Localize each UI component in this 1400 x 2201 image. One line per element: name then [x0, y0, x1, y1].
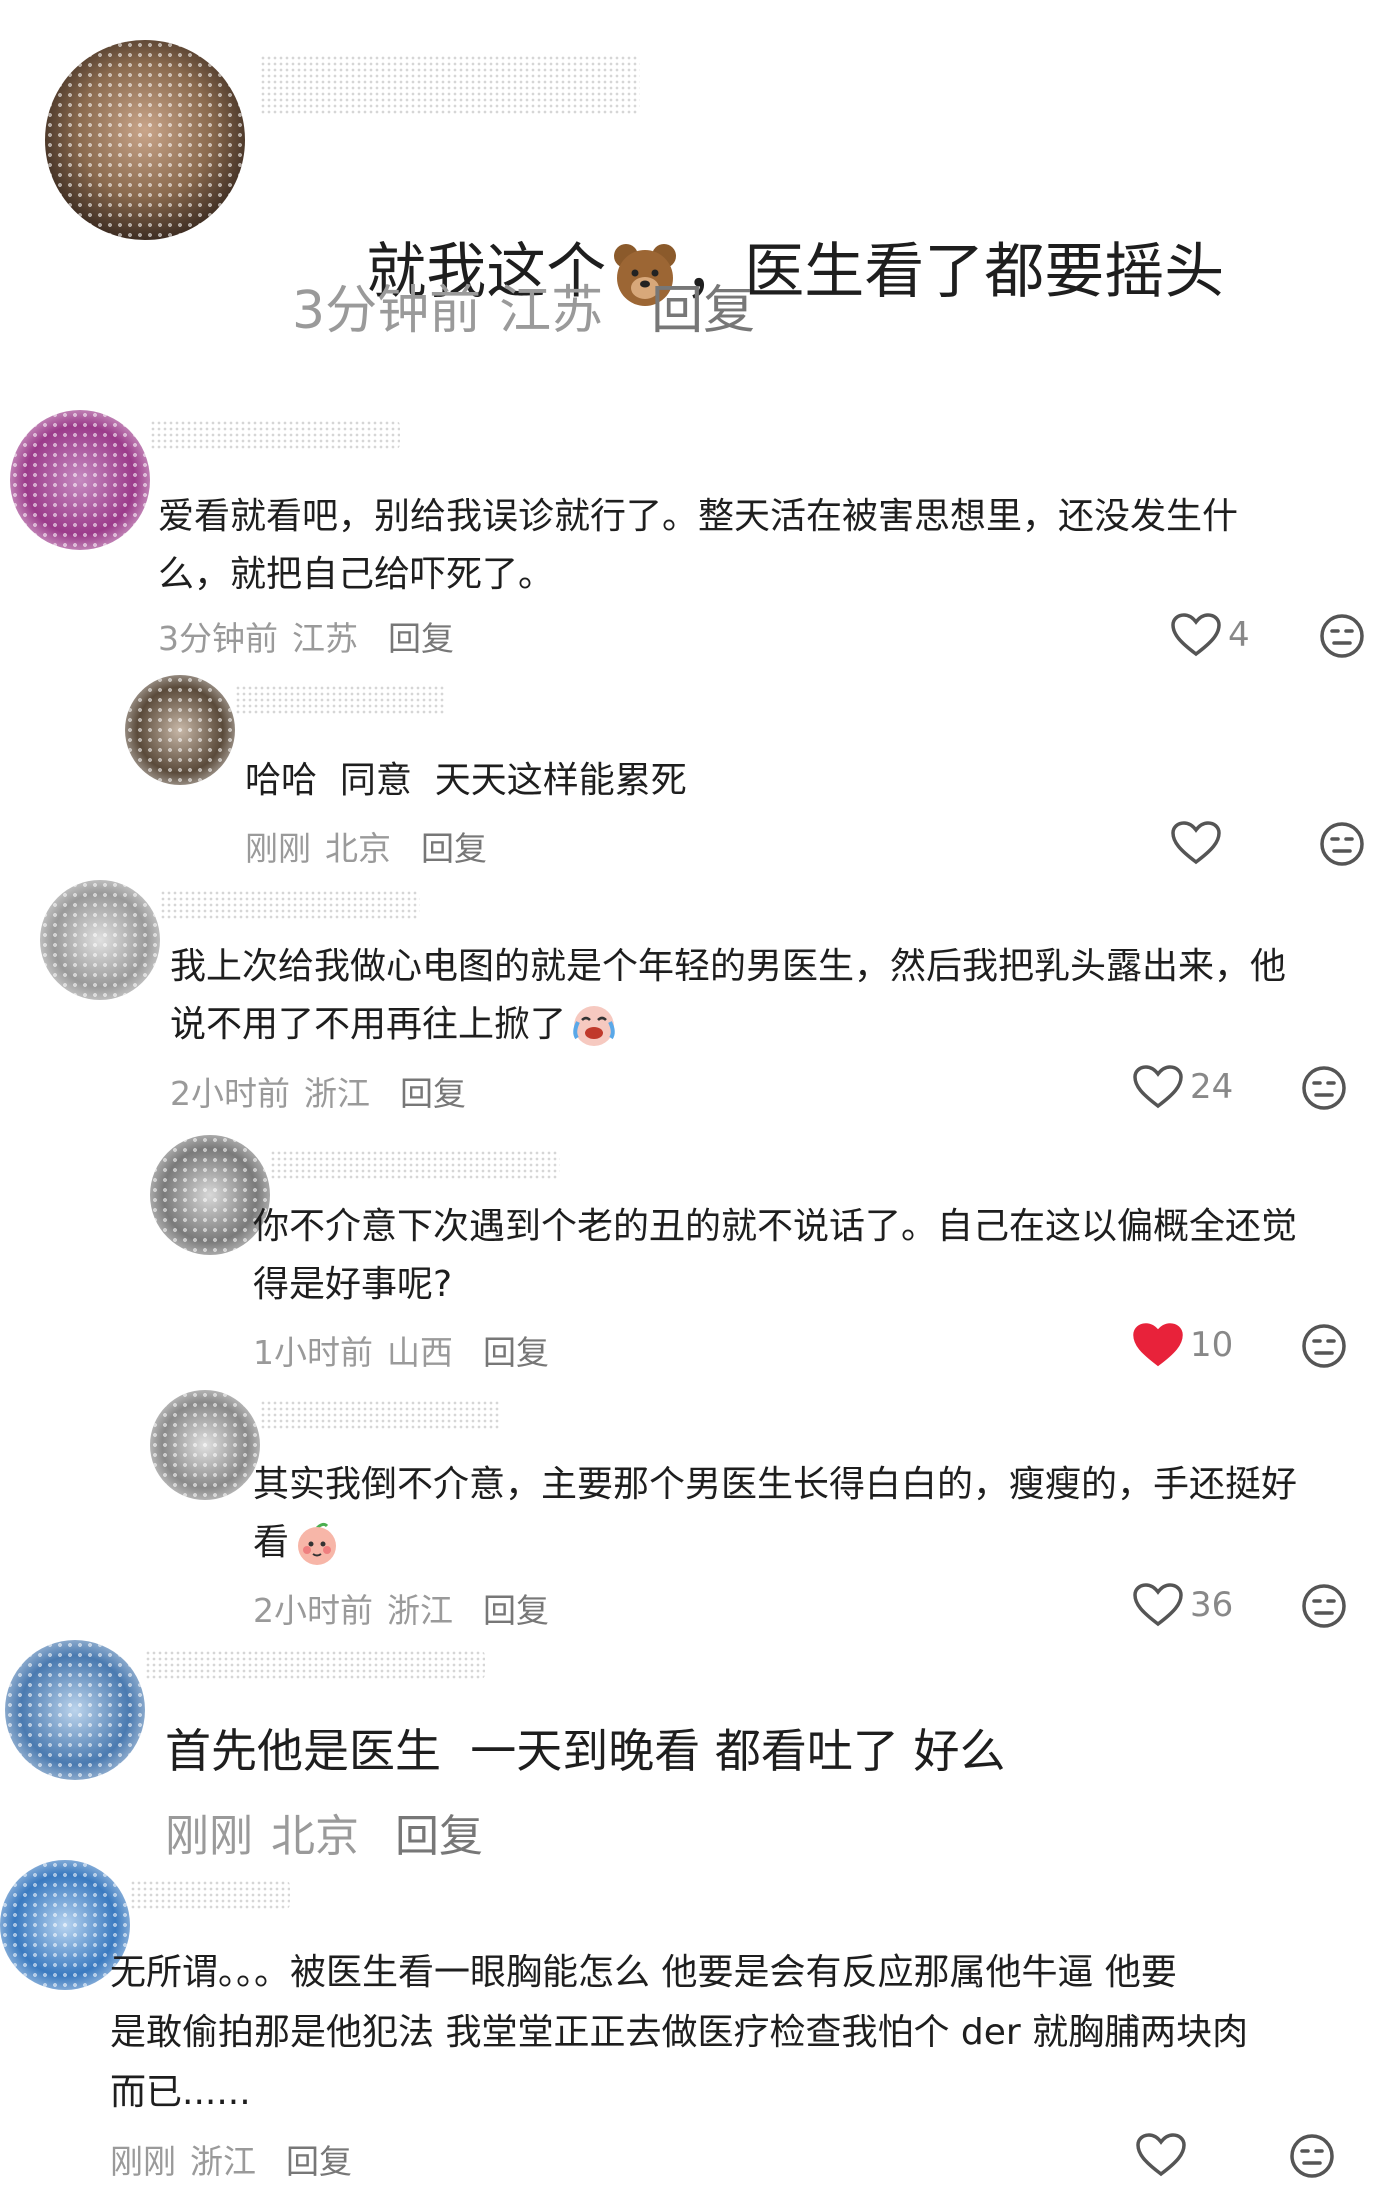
reply-button[interactable]: 回复: [286, 2135, 352, 2183]
location: 江苏: [292, 619, 358, 658]
like-button[interactable]: 36: [1132, 1580, 1233, 1630]
like-button[interactable]: [1135, 2130, 1193, 2180]
comment-text: 哈哈 同意 天天这样能累死: [245, 760, 687, 801]
like-button[interactable]: 10: [1132, 1320, 1233, 1370]
comment-text: 其实我倒不介意，主要那个男医生长得白白的，瘦瘦的，手还挺好看: [253, 1456, 1363, 1572]
comment-meta: 1小时前 山西 回复: [253, 1326, 549, 1374]
comment-text: 无所谓。。。被医生看一眼胸能怎么 他要是会有反应那属他牛逼 他要 是敢偷拍那是他犯…: [110, 1952, 1249, 2113]
location: 浙江: [190, 2142, 256, 2181]
reply-button[interactable]: 回复: [388, 612, 454, 660]
like-count: 36: [1190, 1585, 1234, 1625]
avatar[interactable]: [10, 410, 150, 550]
username-redacted[interactable]: [235, 685, 445, 715]
timestamp: 3分钟前: [292, 281, 482, 341]
timestamp: 刚刚: [110, 2142, 176, 2181]
like-count: 4: [1228, 615, 1250, 655]
comment-meta: 3分钟前 江苏 回复: [158, 612, 454, 660]
blushing-peach-face-emoji: [298, 1522, 337, 1565]
heart-icon: [1171, 613, 1221, 657]
dislike-face-icon[interactable]: [1318, 612, 1366, 660]
username-redacted[interactable]: [270, 1150, 560, 1180]
like-button[interactable]: [1170, 818, 1228, 868]
like-count: 10: [1190, 1325, 1234, 1365]
timestamp: 2小时前: [253, 1591, 373, 1630]
reply-button[interactable]: 回复: [421, 822, 487, 870]
heart-icon: [1133, 1583, 1183, 1627]
username-redacted[interactable]: [260, 1400, 500, 1430]
location: 江苏: [499, 281, 604, 341]
crying-laughing-face-emoji: [573, 1006, 615, 1046]
comment-text: 爱看就看吧，别给我误诊就行了。整天活在被害思想里，还没发生什 么，就把自己给吓死了…: [158, 496, 1239, 595]
comment-meta: 刚刚 北京 回复: [245, 822, 487, 870]
avatar[interactable]: [5, 1640, 145, 1780]
dislike-face-icon[interactable]: [1300, 1582, 1348, 1630]
reply-button[interactable]: 回复: [651, 268, 755, 343]
heart-icon: [1133, 1065, 1183, 1109]
timestamp: 刚刚: [165, 1811, 253, 1862]
location: 北京: [325, 829, 391, 868]
comment-meta: 2小时前 浙江 回复: [253, 1584, 549, 1632]
comment-text: 你不介意下次遇到个老的丑的就不说话了。自己在这以偏概全还觉 得是好事呢?: [253, 1206, 1298, 1305]
location: 浙江: [387, 1591, 453, 1630]
heart-icon: [1171, 821, 1221, 865]
avatar[interactable]: [150, 1390, 260, 1500]
heart-icon: [1136, 2133, 1186, 2177]
avatar[interactable]: [150, 1135, 270, 1255]
username-redacted[interactable]: [260, 55, 640, 115]
location: 山西: [387, 1333, 453, 1372]
dislike-face-icon[interactable]: [1300, 1322, 1348, 1370]
like-button[interactable]: 4: [1170, 610, 1250, 660]
comment-meta: 刚刚 浙江 回复: [110, 2135, 352, 2183]
like-button[interactable]: 24: [1132, 1062, 1233, 1112]
comment-meta: 刚刚 北京 回复: [165, 1800, 483, 1864]
avatar[interactable]: [45, 40, 245, 240]
dislike-face-icon[interactable]: [1300, 1064, 1348, 1112]
location: 北京: [271, 1811, 359, 1862]
comment-meta: 3分钟前 江苏 回复: [292, 268, 755, 343]
username-redacted[interactable]: [160, 890, 420, 920]
avatar[interactable]: [40, 880, 160, 1000]
comment-text: 首先他是医生 一天到晚看 都看吐了 好么: [165, 1724, 1006, 1778]
timestamp: 1小时前: [253, 1333, 373, 1372]
timestamp: 2小时前: [170, 1074, 290, 1113]
dislike-face-icon[interactable]: [1288, 2132, 1336, 2180]
timestamp: 刚刚: [245, 829, 311, 868]
like-count: 24: [1190, 1067, 1234, 1107]
timestamp: 3分钟前: [158, 619, 278, 658]
reply-button[interactable]: 回复: [400, 1067, 466, 1115]
reply-button[interactable]: 回复: [395, 1800, 483, 1864]
username-redacted[interactable]: [145, 1650, 485, 1680]
dislike-face-icon[interactable]: [1318, 820, 1366, 868]
heart-filled-icon: [1133, 1323, 1183, 1367]
username-redacted[interactable]: [130, 1880, 290, 1910]
avatar[interactable]: [125, 675, 235, 785]
comment-text: 我上次给我做心电图的就是个年轻的男医生，然后我把乳头露出来，他 说不用了不用再往上…: [170, 938, 1350, 1054]
comment-meta: 2小时前 浙江 回复: [170, 1067, 466, 1115]
reply-button[interactable]: 回复: [483, 1584, 549, 1632]
username-redacted[interactable]: [150, 420, 400, 450]
location: 浙江: [304, 1074, 370, 1113]
reply-button[interactable]: 回复: [483, 1326, 549, 1374]
